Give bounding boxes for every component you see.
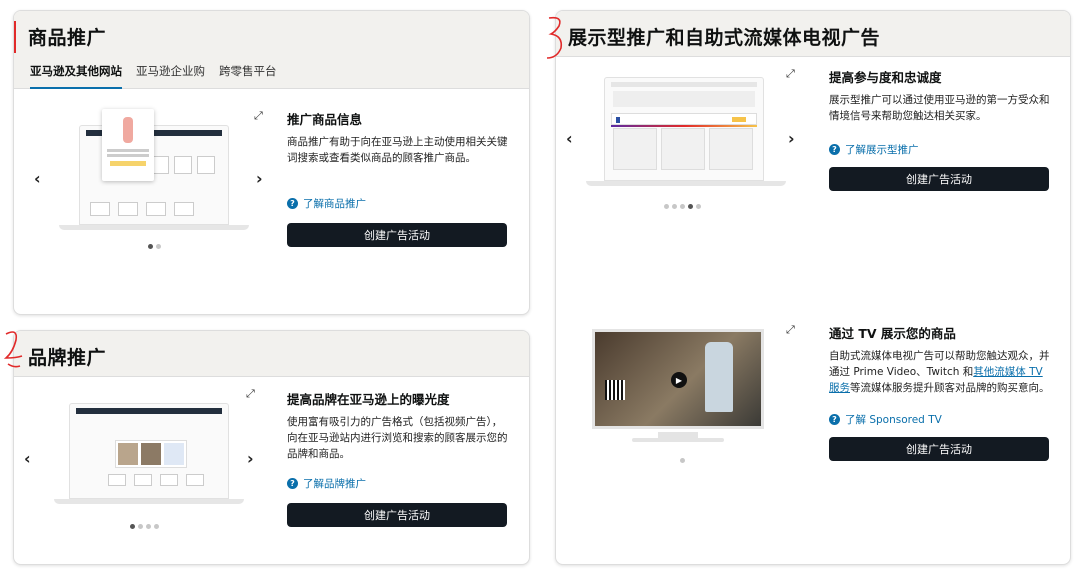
expand-icon[interactable]: ⤢ xyxy=(786,323,795,337)
learn-link-label: 了解 Sponsored TV xyxy=(845,414,942,426)
carousel-dot[interactable] xyxy=(138,524,143,529)
carousel-dot[interactable] xyxy=(148,244,153,249)
learn-link-label: 了解展示型推广 xyxy=(845,144,919,156)
learn-sponsored-tv-link[interactable]: ? 了解 Sponsored TV xyxy=(829,412,1053,427)
feature-description: 商品推广有助于向在亚马逊上主动使用相关关键词搜索或查看类似商品的顾客推广商品。 xyxy=(287,136,508,164)
carousel-dot[interactable] xyxy=(130,524,135,529)
carousel-prev-arrow[interactable]: ‹ xyxy=(34,169,41,188)
display-promo-illustration xyxy=(586,73,786,191)
brand-promo-header: 品牌推广 xyxy=(14,331,529,377)
learn-display-promo-link[interactable]: ? 了解展示型推广 xyxy=(829,142,1051,157)
product-promo-header: 商品推广 亚马逊及其他网站 亚马逊企业购 跨零售平台 xyxy=(14,11,529,89)
product-promo-tabs: 亚马逊及其他网站 亚马逊企业购 跨零售平台 xyxy=(30,63,277,89)
carousel-dot[interactable] xyxy=(680,458,685,463)
feature-description: 自助式流媒体电视广告可以帮助您触达观众，并通过 Prime Video、Twit… xyxy=(829,348,1053,396)
display-promo-header: 展示型推广和自助式流媒体电视广告 xyxy=(556,11,1070,57)
qr-code xyxy=(605,380,625,400)
carousel-prev-arrow[interactable]: ‹ xyxy=(24,449,31,468)
laptop-screen xyxy=(604,77,764,181)
carousel-dot[interactable] xyxy=(696,204,701,209)
laptop-screen xyxy=(69,403,229,499)
red-annotation-mark xyxy=(14,21,16,53)
carousel-dots xyxy=(680,458,685,463)
ads-campaign-selection-page: 商品推广 亚马逊及其他网站 亚马逊企业购 跨零售平台 ‹ › ⤢ 推广商品信息 … xyxy=(0,0,1080,575)
product-promo-content: 推广商品信息 商品推广有助于向在亚马逊上主动使用相关关键词搜索或查看类似商品的顾… xyxy=(287,109,509,247)
tab-cross-retail[interactable]: 跨零售平台 xyxy=(219,63,277,89)
carousel-dots xyxy=(664,204,701,209)
feature-title: 推广商品信息 xyxy=(287,112,363,127)
feature-description: 使用富有吸引力的广告格式（包括视频广告），向在亚马逊站内进行浏览和搜索的顾客展示… xyxy=(287,416,508,460)
create-campaign-button[interactable]: 创建广告活动 xyxy=(829,167,1049,191)
carousel-dot[interactable] xyxy=(156,244,161,249)
create-campaign-button[interactable]: 创建广告活动 xyxy=(287,223,507,247)
product-promo-card: 商品推广 亚马逊及其他网站 亚马逊企业购 跨零售平台 ‹ › ⤢ 推广商品信息 … xyxy=(13,10,530,315)
display-promo-content: 提高参与度和忠诚度 展示型推广可以通过使用亚马逊的第一方受众和情境信号来帮助您触… xyxy=(829,67,1051,191)
carousel-prev-arrow[interactable]: ‹ xyxy=(566,129,573,148)
help-icon: ? xyxy=(829,414,840,425)
carousel-dot[interactable] xyxy=(688,204,693,209)
play-icon[interactable]: ▶ xyxy=(671,372,687,388)
carousel-dot[interactable] xyxy=(146,524,151,529)
learn-product-promo-link[interactable]: ? 了解商品推广 xyxy=(287,196,509,211)
carousel-dot[interactable] xyxy=(664,204,669,209)
carousel-next-arrow[interactable]: › xyxy=(247,449,254,468)
carousel-dots xyxy=(130,524,159,529)
create-campaign-button[interactable]: 创建广告活动 xyxy=(287,503,507,527)
display-promo-title: 展示型推广和自助式流媒体电视广告 xyxy=(568,27,881,49)
learn-brand-promo-link[interactable]: ? 了解品牌推广 xyxy=(287,476,509,491)
laptop-base xyxy=(54,499,244,504)
feature-description: 展示型推广可以通过使用亚马逊的第一方受众和情境信号来帮助您触达相关买家。 xyxy=(829,94,1050,122)
description-text: 等流媒体服务提升顾客对品牌的购买意向。 xyxy=(850,382,1050,394)
help-icon: ? xyxy=(287,478,298,489)
expand-icon[interactable]: ⤢ xyxy=(786,67,795,81)
feature-title: 通过 TV 展示您的商品 xyxy=(829,326,956,341)
carousel-dot[interactable] xyxy=(680,204,685,209)
tab-amazon-and-other-sites[interactable]: 亚马逊及其他网站 xyxy=(30,63,122,89)
handwritten-annotation-3 xyxy=(546,16,563,59)
expand-icon[interactable]: ⤢ xyxy=(246,387,255,401)
sponsored-product-popup xyxy=(102,109,154,181)
carousel-dot[interactable] xyxy=(672,204,677,209)
streaming-tv-content: 通过 TV 展示您的商品 自助式流媒体电视广告可以帮助您触达观众，并通过 Pri… xyxy=(829,323,1053,461)
help-icon: ? xyxy=(287,198,298,209)
learn-link-label: 了解商品推广 xyxy=(303,198,366,210)
product-promo-illustration xyxy=(59,109,249,239)
brand-promo-title: 品牌推广 xyxy=(28,347,107,369)
laptop-base xyxy=(586,181,786,186)
brand-promo-content: 提高品牌在亚马逊上的曝光度 使用富有吸引力的广告格式（包括视频广告），向在亚马逊… xyxy=(287,389,509,527)
display-promo-card: 展示型推广和自助式流媒体电视广告 ‹ › ⤢ 提高参与度和忠诚度 展示型推广可以… xyxy=(555,10,1071,565)
tab-amazon-business[interactable]: 亚马逊企业购 xyxy=(136,63,205,89)
carousel-next-arrow[interactable]: › xyxy=(788,129,795,148)
carousel-next-arrow[interactable]: › xyxy=(256,169,263,188)
carousel-dot[interactable] xyxy=(154,524,159,529)
product-promo-title: 商品推广 xyxy=(28,27,107,49)
tv-screen: ▶ xyxy=(592,329,764,429)
help-icon: ? xyxy=(829,144,840,155)
handwritten-annotation-2 xyxy=(3,331,23,368)
create-campaign-button[interactable]: 创建广告活动 xyxy=(829,437,1049,461)
feature-title: 提高品牌在亚马逊上的曝光度 xyxy=(287,392,450,407)
learn-link-label: 了解品牌推广 xyxy=(303,478,366,490)
expand-icon[interactable]: ⤢ xyxy=(254,109,263,123)
brand-promo-card: 品牌推广 ‹ › ⤢ 提高品牌在亚马逊上的曝光度 使用富有吸引力的广告格式（包括… xyxy=(13,330,530,565)
streaming-tv-illustration: ▶ xyxy=(592,329,772,449)
brand-promo-illustration xyxy=(54,397,244,509)
feature-title: 提高参与度和忠诚度 xyxy=(829,70,942,85)
laptop-base xyxy=(59,225,249,230)
carousel-dots xyxy=(148,244,161,249)
